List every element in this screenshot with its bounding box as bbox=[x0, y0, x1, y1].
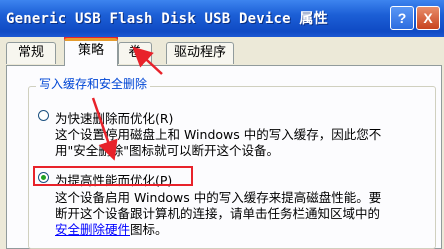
annotation-box-performance-option bbox=[33, 166, 193, 186]
quick-removal-desc-line2: 用"安全删除"图标就可以断开这个设备。 bbox=[55, 143, 279, 158]
close-button[interactable]: X bbox=[416, 6, 440, 30]
title-bar: Generic USB Flash Disk USB Device 属性 ? X bbox=[0, 0, 444, 37]
tab-volume[interactable]: 卷 bbox=[118, 42, 152, 64]
tab-driver[interactable]: 驱动程序 bbox=[166, 42, 234, 64]
performance-desc-suffix: 图标。 bbox=[130, 222, 168, 237]
performance-desc-line3: 安全删除硬件图标。 bbox=[55, 219, 168, 238]
quick-removal-radio[interactable] bbox=[38, 110, 49, 121]
tab-general[interactable]: 常规 bbox=[6, 42, 56, 64]
group-label: 写入缓存和安全删除 bbox=[36, 75, 151, 92]
safely-remove-hardware-link[interactable]: 安全删除硬件 bbox=[55, 222, 130, 237]
tab-policy[interactable]: 策略 bbox=[64, 38, 118, 66]
window-title: Generic USB Flash Disk USB Device 属性 bbox=[6, 11, 328, 27]
help-button[interactable]: ? bbox=[390, 6, 414, 30]
